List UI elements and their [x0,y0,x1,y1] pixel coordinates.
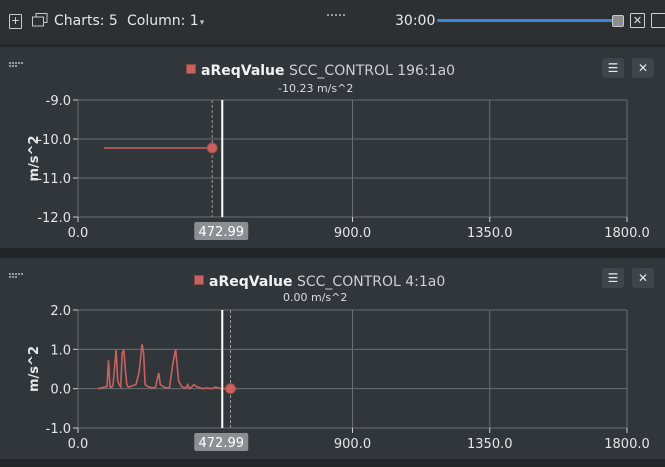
charts-count: Charts: 5 [54,13,118,29]
x-tick-label: 1350.0 [467,226,513,241]
y-tick-label: -9.0 [46,94,71,109]
chart-plot[interactable]: -9.0 -10.0 -11.0 -12.00.0 900.0 1350.0 1800.0 m… [0,47,665,248]
dock-button[interactable] [651,13,665,28]
x-tick-label: 900.0 [334,437,371,452]
y-tick-label: -10.0 [37,133,71,148]
y-tick-label: -12.0 [37,211,71,226]
new-chart-button[interactable]: + [9,14,22,29]
time-range-label: 30:00 [395,13,436,29]
y-tick-label: 2.0 [50,304,71,319]
column-label: Column: 1 [127,13,199,29]
y-tick-label: -1.0 [46,422,71,437]
x-tick-label: 0.0 [68,437,89,452]
zoom-slider[interactable] [437,19,617,22]
y-axis-label: m/s^2 [27,346,42,392]
hover-marker [206,142,218,154]
y-tick-label: -11.0 [37,172,71,187]
chart-panel-1: aReqValue SCC_CONTROL 196:1a0 -10.23 m/s… [0,47,665,248]
column-selector[interactable]: Column: 1▾ [127,13,204,29]
chevron-down-icon: ▾ [199,18,205,28]
hover-marker [225,383,236,395]
x-tick-label: 1350.0 [467,437,513,452]
x-tick-label: 0.0 [68,226,89,241]
series-line [97,344,237,390]
chart-panel-2: aReqValue SCC_CONTROL 4:1a0 0.00 m/s^2 ☰… [0,258,665,459]
reset-zoom-button[interactable]: ✕ [630,13,645,28]
chart-plot[interactable]: 2.01.00.0-1.00.0 900.0 1350.0 1800.0m/s^247… [0,258,665,459]
y-tick-label: 1.0 [50,343,71,358]
x-tick-label: 1800.0 [604,437,650,452]
y-tick-label: 0.0 [50,383,71,398]
y-axis-label: m/s^2 [27,136,42,182]
x-tick-label: 1800.0 [604,226,650,241]
toolbar-grip-icon[interactable] [327,1,349,16]
charts-icon[interactable] [32,13,48,27]
cursor-label: 472.99 [199,225,245,240]
x-tick-label: 900.0 [334,226,371,241]
zoom-slider-thumb[interactable] [612,15,624,27]
panel-divider[interactable] [0,248,665,251]
cursor-label: 472.99 [199,436,245,451]
toolbar: + Charts: 5 Column: 1▾ 30:00 ✕ [0,0,665,44]
